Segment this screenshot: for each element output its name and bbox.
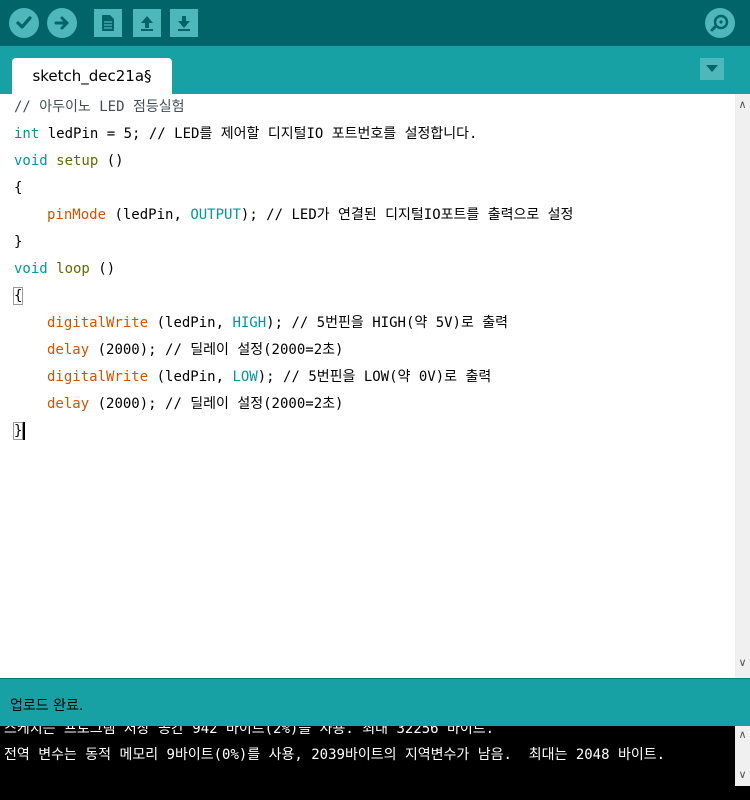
verify-button[interactable] [9, 8, 39, 38]
serial-monitor-button[interactable] [705, 8, 735, 38]
tab-bar: sketch_dec21a§ [0, 46, 750, 94]
scroll-up-icon[interactable]: ∧ [735, 96, 750, 112]
console-hscrollbar[interactable] [0, 786, 750, 800]
toolbar [0, 0, 750, 46]
scroll-down-icon[interactable]: ∨ [735, 766, 750, 782]
code-line: // 아두이노 LED 점등실험 [14, 99, 185, 115]
code-line: { [14, 180, 23, 196]
code-line: } [14, 234, 23, 250]
code-line: pinMode (ledPin, OUTPUT); // LED가 연결된 디지… [47, 207, 574, 223]
code-line: digitalWrite (ledPin, LOW); // 5번핀을 LOW(… [47, 369, 492, 385]
code-line: int ledPin = 5; // LED를 제어할 디지털IO 포트번호를 … [14, 126, 478, 142]
magnifier-icon [710, 14, 729, 32]
arrow-up-icon [141, 16, 153, 31]
checkmark-icon [16, 16, 32, 29]
scroll-down-icon[interactable]: ∨ [735, 654, 750, 670]
upload-button[interactable] [47, 8, 77, 38]
console-scrollbar[interactable]: ∧ ∨ [735, 726, 750, 786]
code-line: delay (2000); // 딜레이 설정(2000=2초) [47, 342, 344, 358]
save-button[interactable] [170, 9, 198, 37]
code-line: delay (2000); // 딜레이 설정(2000=2초) [47, 396, 344, 412]
arrow-down-icon [178, 16, 190, 31]
console-line: 전역 변수는 동적 메모리 9바이트(0%)를 사용, 2039바이트의 지역변… [4, 747, 666, 763]
tab-sketch[interactable]: sketch_dec21a§ [12, 58, 172, 94]
console-output: 스케치는 프로그램 저장 공간 942 바이트(2%)를 사용. 최대 3225… [0, 726, 750, 800]
editor-scrollbar[interactable]: ∧ ∨ [735, 94, 750, 678]
code-line: digitalWrite (ledPin, HIGH); // 5번핀을 HIG… [47, 315, 509, 331]
code-line: } [12, 420, 26, 442]
document-icon [102, 15, 114, 31]
status-text: 업로드 완료. [10, 698, 84, 714]
code-line: void setup () [14, 153, 124, 169]
code-line: void loop () [14, 261, 116, 277]
chevron-down-icon [706, 65, 718, 72]
text-caret [23, 422, 26, 440]
new-button[interactable] [94, 9, 122, 37]
tab-label: sketch_dec21a§ [32, 67, 152, 85]
scroll-up-icon[interactable]: ∧ [735, 726, 750, 742]
open-button[interactable] [133, 9, 161, 37]
status-bar: 업로드 완료. [0, 678, 750, 727]
console-line: 스케치는 프로그램 저장 공간 942 바이트(2%)를 사용. 최대 3225… [4, 726, 495, 737]
tab-menu-button[interactable] [700, 58, 724, 80]
code-line: { [12, 287, 24, 305]
code-editor[interactable]: // 아두이노 LED 점등실험 int ledPin = 5; // LED를… [0, 94, 735, 678]
arrow-right-icon [54, 16, 69, 30]
